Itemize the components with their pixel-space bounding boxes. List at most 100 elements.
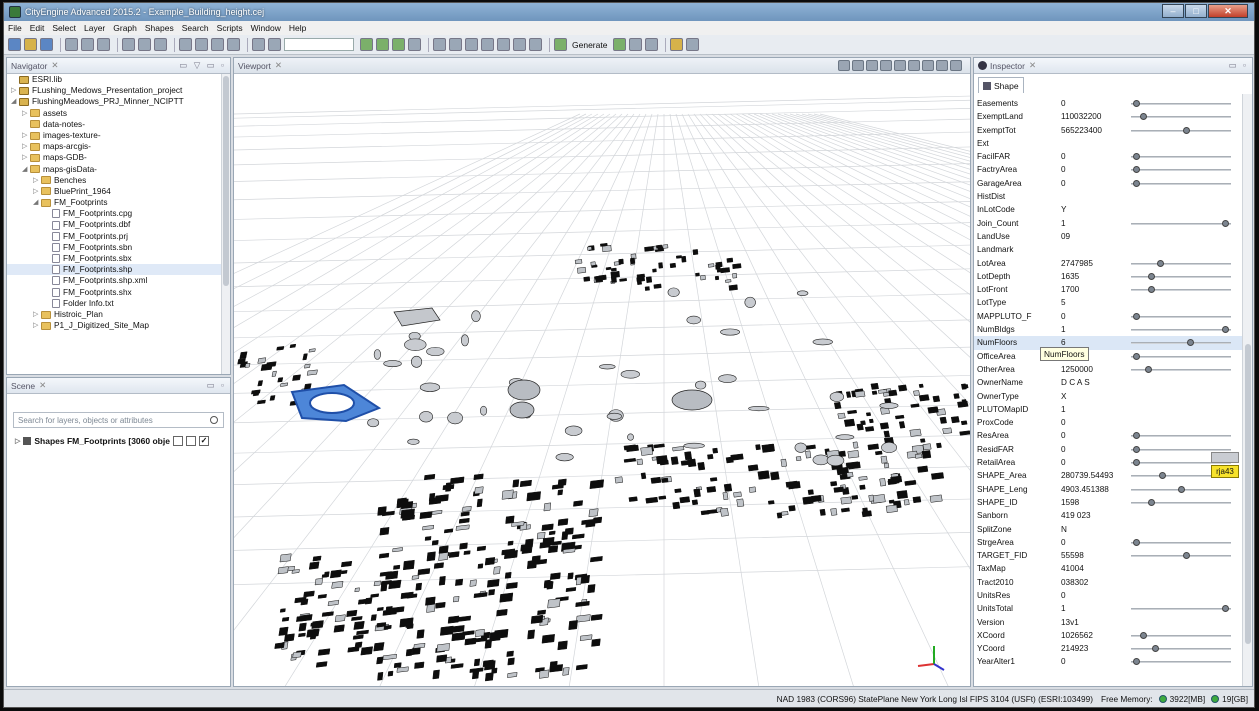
maximize-button[interactable]: □ <box>1185 4 1207 18</box>
expand-arrow-icon[interactable]: ▷ <box>22 152 30 163</box>
attribute-row[interactable]: TaxMap 41004 <box>974 562 1242 575</box>
viewport-panel[interactable]: Viewport ✕ <box>233 57 971 687</box>
attribute-value[interactable]: 1026562 <box>1061 631 1093 640</box>
attribute-value[interactable]: 5 <box>1061 298 1066 307</box>
attribute-slider[interactable] <box>1131 352 1231 360</box>
attribute-row[interactable]: OtherArea 1250000 <box>974 363 1242 376</box>
attribute-row[interactable]: TARGET_FID 55598 <box>974 549 1242 562</box>
attribute-row[interactable]: NumBldgs 1 <box>974 323 1242 336</box>
attribute-slider[interactable] <box>1131 179 1231 187</box>
attribute-row[interactable]: SHAPE_ID 1598 <box>974 496 1242 509</box>
view-mode-2-icon[interactable] <box>852 60 864 71</box>
attribute-slider[interactable] <box>1131 631 1231 639</box>
attribute-value[interactable]: 4903.451388 <box>1061 485 1109 494</box>
attribute-slider[interactable] <box>1131 432 1231 440</box>
tree-item[interactable]: FM_Footprints.sbx <box>7 253 230 264</box>
attribute-value[interactable]: 0 <box>1061 179 1066 188</box>
star-icon[interactable] <box>936 60 948 71</box>
slider-handle[interactable] <box>1222 326 1230 334</box>
attribute-value[interactable]: 419 023 <box>1061 511 1091 520</box>
attribute-row[interactable]: LotArea 2747985 <box>974 257 1242 270</box>
tree-item[interactable]: FM_Footprints.shp.xml <box>7 275 230 286</box>
tree-item[interactable]: data-notes- <box>7 119 230 130</box>
attribute-row[interactable]: Join_Count 1 <box>974 217 1242 230</box>
expand-arrow-icon[interactable]: ▷ <box>15 437 20 445</box>
attribute-slider[interactable] <box>1131 286 1231 294</box>
slider-handle[interactable] <box>1132 538 1140 546</box>
slider-handle[interactable] <box>1145 365 1153 373</box>
slider-handle[interactable] <box>1140 113 1148 121</box>
close-icon[interactable]: ✕ <box>39 380 46 391</box>
badge-handle[interactable] <box>1211 452 1239 463</box>
attribute-slider[interactable] <box>1131 365 1231 373</box>
rules-icon[interactable] <box>613 38 627 51</box>
street-tool-icon[interactable] <box>211 38 224 51</box>
attribute-row[interactable]: FactryArea 0 <box>974 163 1242 176</box>
navigator-scrollbar[interactable] <box>221 74 230 374</box>
attribute-row[interactable]: ResidFAR 0 <box>974 443 1242 456</box>
attribute-value[interactable]: 1 <box>1061 604 1066 613</box>
tree-item[interactable]: FM_Footprints.cpg <box>7 208 230 219</box>
attribute-row[interactable]: UnitsTotal 1 <box>974 602 1242 615</box>
clean-icon[interactable] <box>629 38 643 51</box>
tree-item[interactable]: FM_Footprints.sbn <box>7 242 230 253</box>
tree-item[interactable]: ▷ Benches <box>7 175 230 186</box>
attribute-slider[interactable] <box>1131 485 1231 493</box>
generate-button[interactable]: Generate <box>572 40 607 50</box>
slider-handle[interactable] <box>1151 645 1159 653</box>
tree-item[interactable]: FM_Footprints.prj <box>7 231 230 242</box>
settings-icon[interactable] <box>922 60 934 71</box>
attribute-slider[interactable] <box>1131 312 1231 320</box>
attribute-row[interactable]: LotDepth 1635 <box>974 270 1242 283</box>
attribute-slider[interactable] <box>1131 113 1231 121</box>
subdivide-icon[interactable] <box>408 38 421 51</box>
attribute-row[interactable]: LotFront 1700 <box>974 283 1242 296</box>
search-icon[interactable] <box>210 416 218 424</box>
menu-search[interactable]: Search <box>182 23 209 33</box>
attribute-row[interactable]: HistDist <box>974 190 1242 203</box>
attribute-value[interactable]: 0 <box>1061 538 1066 547</box>
attribute-value[interactable]: 09 <box>1061 232 1070 241</box>
attribute-slider[interactable] <box>1131 552 1231 560</box>
expand-arrow-icon[interactable]: ▷ <box>22 141 30 152</box>
slider-handle[interactable] <box>1132 312 1140 320</box>
attribute-row[interactable]: LotType 5 <box>974 296 1242 309</box>
polygon-tool-icon[interactable] <box>195 38 208 51</box>
tree-item[interactable]: ◢ maps-gisData- <box>7 164 230 175</box>
grid-icon[interactable] <box>268 38 281 51</box>
layers-icon[interactable] <box>908 60 920 71</box>
scale-icon[interactable] <box>154 38 167 51</box>
shape-2-icon[interactable] <box>449 38 462 51</box>
tree-item[interactable]: ▷ maps-arcgis- <box>7 141 230 152</box>
expand-arrow-icon[interactable]: ▷ <box>33 186 41 197</box>
tree-item[interactable]: ◢ FlushingMeadows_PRJ_Minner_NCIPTT <box>7 96 230 107</box>
lock-checkbox[interactable] <box>172 436 183 446</box>
slider-handle[interactable] <box>1182 126 1190 134</box>
menu-file[interactable]: File <box>8 23 22 33</box>
attribute-value[interactable]: 41004 <box>1061 564 1084 573</box>
offset-icon[interactable] <box>392 38 405 51</box>
slider-handle[interactable] <box>1132 153 1140 161</box>
expand-arrow-icon[interactable]: ▷ <box>33 175 41 186</box>
shape-6-icon[interactable] <box>513 38 526 51</box>
attribute-slider[interactable] <box>1131 219 1231 227</box>
slider-handle[interactable] <box>1187 339 1195 347</box>
attribute-value[interactable]: 1635 <box>1061 272 1079 281</box>
expand-arrow-icon[interactable]: ▷ <box>33 309 41 320</box>
slider-handle[interactable] <box>1157 259 1165 267</box>
view-controls[interactable]: ▭ ▽ ▭ ▫ <box>179 60 226 71</box>
menu-help[interactable]: Help <box>289 23 306 33</box>
attribute-value[interactable]: 1598 <box>1061 498 1079 507</box>
shape-icon[interactable] <box>433 38 446 51</box>
slider-handle[interactable] <box>1132 100 1140 107</box>
attribute-value[interactable]: 038302 <box>1061 578 1088 587</box>
menu-select[interactable]: Select <box>52 23 76 33</box>
tree-item[interactable]: ESRI.lib <box>7 74 230 85</box>
move-icon[interactable] <box>122 38 135 51</box>
attribute-row[interactable]: SplitZone N <box>974 523 1242 536</box>
menu-graph[interactable]: Graph <box>113 23 137 33</box>
attribute-value[interactable]: X <box>1061 392 1066 401</box>
attribute-value[interactable]: D C A S <box>1061 378 1090 387</box>
attribute-slider[interactable] <box>1131 166 1231 174</box>
view-controls[interactable]: ▭ ▫ <box>1229 60 1248 71</box>
